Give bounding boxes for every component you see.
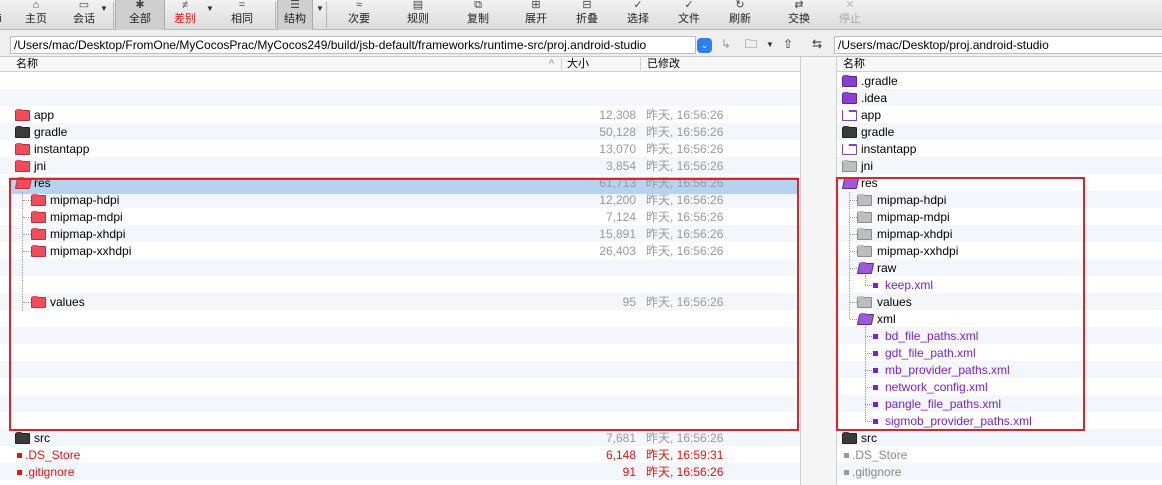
file-icon	[17, 453, 22, 458]
left-name-column[interactable]: 名称	[16, 57, 38, 71]
minor-button[interactable]: ≈ 次要	[336, 0, 382, 30]
right-row-instantapp[interactable]: instantapp	[837, 141, 1162, 158]
path-bar: /Users/mac/Desktop/FromOne/MyCocosPrac/M…	[0, 30, 1162, 57]
structure-button[interactable]: ☰ 结构	[277, 0, 313, 30]
rules-icon: ▤	[412, 0, 424, 11]
right-row-gradle[interactable]: gradle	[837, 124, 1162, 141]
left-row-jni[interactable]: jni 3,854 昨天, 16:56:26	[0, 158, 800, 175]
all-button[interactable]: ✱ 全部	[115, 0, 165, 30]
right-name-column[interactable]: 名称	[843, 57, 865, 71]
left-row-gitignore[interactable]: .gitignore 91 昨天, 16:56:26	[0, 464, 800, 481]
left-parent-folder-icon[interactable]: ⇧	[779, 36, 797, 53]
right-path-field[interactable]: /Users/mac/Desktop/proj.android-studio	[834, 36, 1162, 54]
file-icon	[844, 453, 849, 458]
folder-icon	[842, 144, 857, 155]
right-row-idea[interactable]: .idea	[837, 90, 1162, 107]
copy-button[interactable]: ⧉ 复制	[455, 0, 501, 30]
folder-icon	[842, 160, 857, 172]
right-highlight-box	[836, 177, 1085, 431]
stop-button[interactable]: ✕ 停止	[828, 0, 872, 30]
folder-icon	[15, 109, 30, 121]
left-browse-dropdown-icon[interactable]: ▼	[765, 36, 775, 53]
right-column-header: 名称	[837, 57, 1162, 72]
left-up-icon[interactable]: ↳	[717, 36, 735, 53]
right-row-gradle-dir[interactable]: .gradle	[837, 73, 1162, 90]
swap-icon: ⇄	[794, 0, 804, 11]
folder-icon	[15, 160, 30, 172]
folder-icon	[15, 432, 30, 444]
same-icon: =	[238, 0, 246, 11]
right-row-app[interactable]: app	[837, 107, 1162, 124]
edge-label: oi	[0, 0, 6, 30]
select-icon: ✓	[633, 0, 643, 11]
file-icon: ✓	[684, 0, 694, 11]
expand-button[interactable]: ⊞ 展开	[514, 0, 558, 30]
collapse-icon: ⊟	[582, 0, 592, 11]
swap-button[interactable]: ⇄ 交换	[776, 0, 822, 30]
minor-icon: ≈	[355, 0, 363, 11]
folder-icon	[842, 126, 857, 138]
left-highlight-box	[9, 178, 799, 431]
diff-icon: ≠	[181, 0, 189, 11]
home-button[interactable]: ⌂ 主页	[14, 0, 58, 30]
left-size-column[interactable]: 大小	[567, 57, 589, 71]
left-column-header: 名称 ^ 大小 已修改	[0, 57, 800, 72]
center-divider	[800, 57, 837, 485]
select-button[interactable]: ✓ 选择	[616, 0, 660, 30]
collapse-button[interactable]: ⊟ 折叠	[565, 0, 609, 30]
home-icon: ⌂	[32, 0, 40, 11]
folder-icon	[842, 75, 857, 87]
toolbar: oi ⌂主页 ▭会话 ▼ ✱全部 ≠差别 ▼ =相同 ☰结构 ▼ ≈次要 ▤规则…	[0, 0, 1162, 30]
left-row-app[interactable]: app 12,308 昨天, 16:56:26	[0, 107, 800, 124]
left-row-src[interactable]: src 7,681 昨天, 16:56:26	[0, 430, 800, 447]
sort-arrow-icon: ^	[549, 58, 555, 70]
structure-icon: ☰	[290, 0, 300, 11]
folder-icon	[15, 143, 30, 155]
folder-icon	[15, 126, 30, 138]
left-row-gradle[interactable]: gradle 50,128 昨天, 16:56:26	[0, 124, 800, 141]
stop-icon: ✕	[845, 0, 855, 11]
same-button[interactable]: = 相同	[220, 0, 264, 30]
diff-dropdown-icon[interactable]: ▼	[206, 4, 214, 13]
expand-icon: ⊞	[531, 0, 541, 11]
right-row-gitignore[interactable]: .gitignore	[837, 464, 1162, 481]
left-path-field[interactable]: /Users/mac/Desktop/FromOne/MyCocosPrac/M…	[10, 36, 696, 54]
right-row-jni[interactable]: jni	[837, 158, 1162, 175]
file-button[interactable]: ✓ 文件	[667, 0, 711, 30]
left-row-instantapp[interactable]: instantapp 13,070 昨天, 16:56:26	[0, 141, 800, 158]
folder-icon	[842, 92, 857, 104]
refresh-button[interactable]: ↻ 刷新	[718, 0, 762, 30]
rules-button[interactable]: ▤ 规则	[395, 0, 441, 30]
right-row-src[interactable]: src	[837, 430, 1162, 447]
path-history-icon[interactable]: ⌄	[697, 38, 712, 53]
file-icon	[844, 470, 849, 475]
folder-icon	[842, 432, 857, 444]
left-row-ds-store[interactable]: .DS_Store 6,148 昨天, 16:59:31	[0, 447, 800, 464]
diff-button[interactable]: ≠ 差别	[166, 0, 204, 30]
swap-folders-icon[interactable]: ⇆	[808, 36, 826, 53]
copy-icon: ⧉	[474, 0, 482, 11]
structure-dropdown-icon[interactable]: ▼	[316, 4, 324, 13]
refresh-icon: ↻	[735, 0, 745, 11]
session-dropdown-icon[interactable]: ▼	[100, 4, 108, 13]
folder-icon	[842, 110, 857, 121]
left-browse-folder-icon[interactable]: 🗀	[742, 36, 760, 53]
all-icon: ✱	[135, 0, 145, 11]
file-icon	[17, 470, 22, 475]
right-row-ds-store[interactable]: .DS_Store	[837, 447, 1162, 464]
left-modified-column[interactable]: 已修改	[647, 57, 680, 71]
